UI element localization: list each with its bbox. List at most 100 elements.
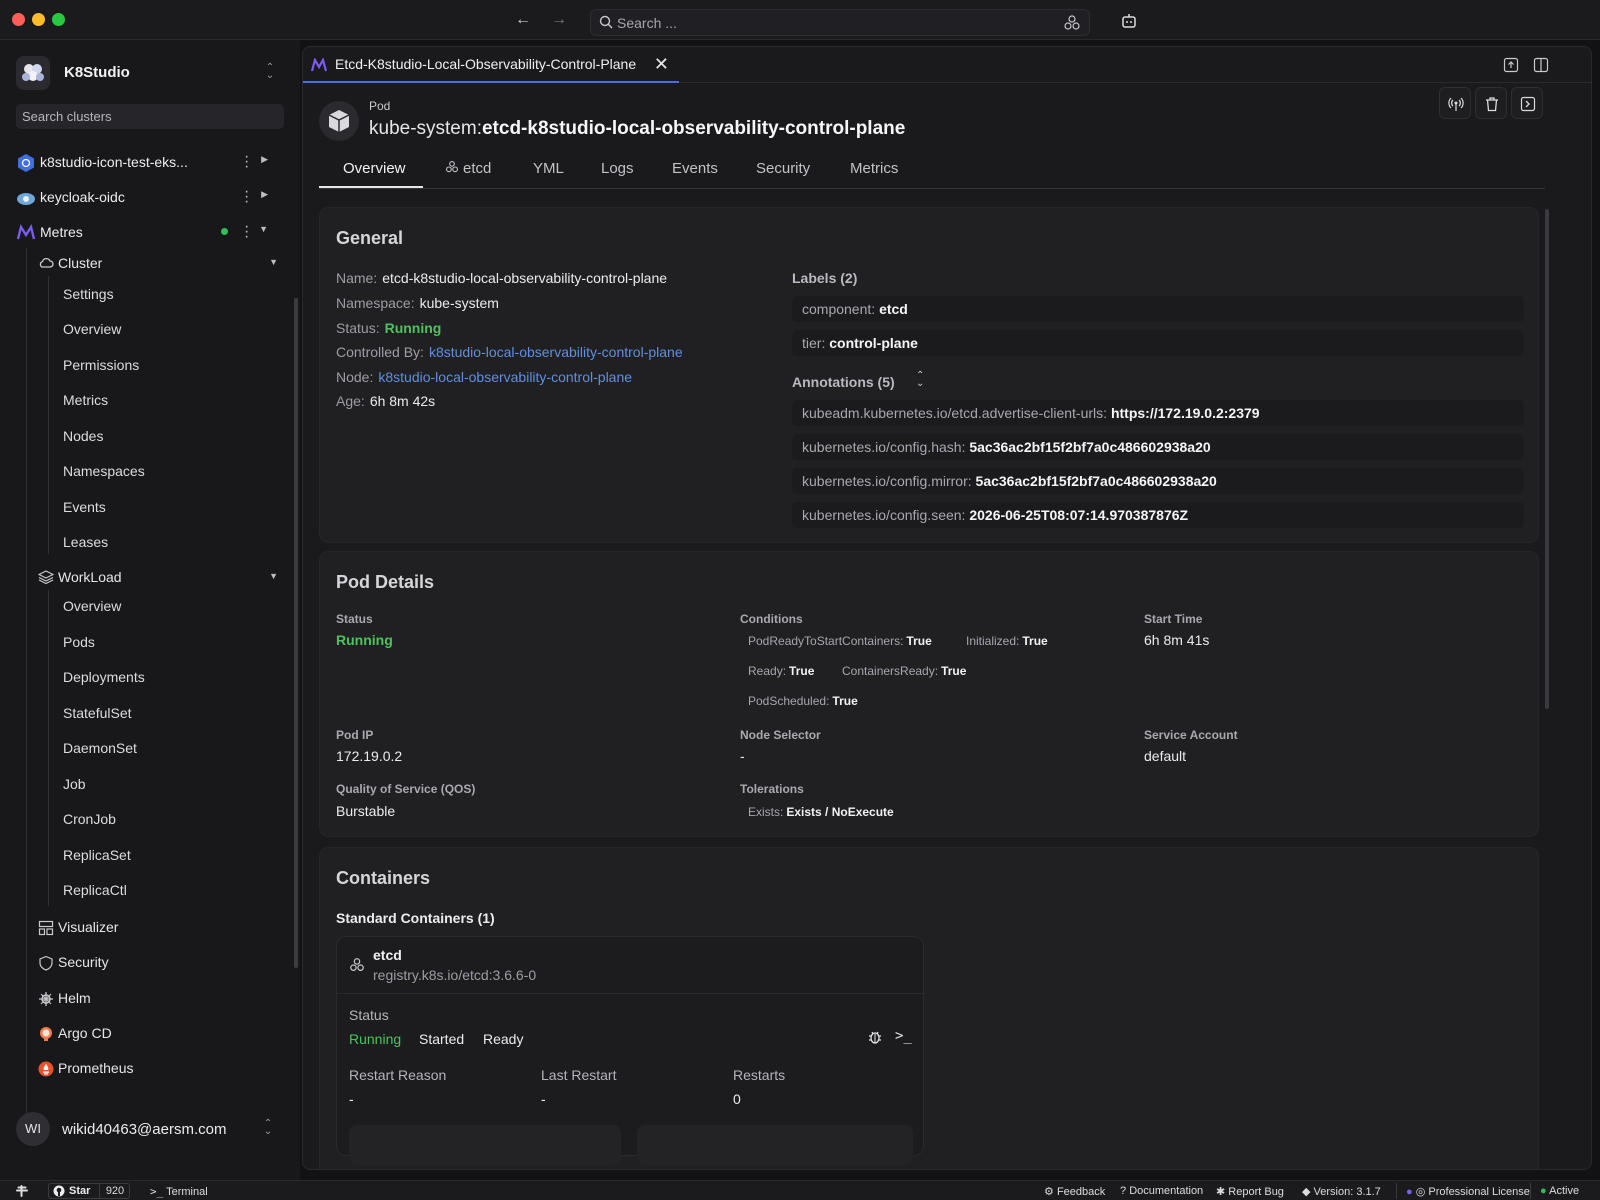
sidebar-item-replicactl[interactable]: ReplicaCtl bbox=[63, 882, 127, 898]
delete-button[interactable] bbox=[1475, 87, 1507, 119]
sidebar-item-label: Helm bbox=[58, 990, 91, 1006]
user-menu[interactable]: WI wikid40463@aersm.com ⌃ ⌄ bbox=[12, 1112, 288, 1146]
sidebar-group-workload[interactable]: WorkLoad ▼ bbox=[38, 564, 284, 590]
sidebar-item-overview[interactable]: Overview bbox=[63, 321, 121, 337]
kebab-menu-icon[interactable]: · · · bbox=[244, 184, 249, 210]
divider bbox=[337, 993, 925, 994]
split-view-icon[interactable] bbox=[1533, 57, 1549, 73]
sidebar-item-pods[interactable]: Pods bbox=[63, 634, 95, 650]
container-state-started: Started bbox=[419, 1031, 465, 1047]
k8s-cluster-icon[interactable] bbox=[1063, 14, 1081, 32]
sidebar-item-settings[interactable]: Settings bbox=[63, 286, 114, 302]
open-shell-button[interactable] bbox=[1511, 87, 1543, 119]
field-age: Age: 6h 8m 42s bbox=[336, 393, 436, 409]
tab-overview[interactable]: Overview bbox=[343, 160, 406, 177]
main-panel: Etcd-K8studio-Local-Observability-Contro… bbox=[302, 46, 1592, 1170]
sidebar-item-cronjob[interactable]: CronJob bbox=[63, 811, 116, 827]
sidebar-item-deployments[interactable]: Deployments bbox=[63, 669, 145, 685]
slack-icon[interactable] bbox=[16, 1185, 28, 1197]
tab-etcd-pod[interactable]: Etcd-K8studio-Local-Observability-Contro… bbox=[303, 47, 679, 83]
sidebar-item-argo-cd[interactable]: Argo CD bbox=[38, 1022, 284, 1046]
minimize-window-button[interactable] bbox=[32, 13, 45, 26]
global-search-input[interactable]: Search ... bbox=[590, 9, 1090, 36]
expand-caret-icon[interactable]: ▶ bbox=[261, 189, 268, 200]
controlled-by-link[interactable]: k8studio-local-observability-control-pla… bbox=[429, 344, 683, 360]
debug-bug-icon[interactable] bbox=[867, 1029, 883, 1045]
documentation-link[interactable]: ? Documentation bbox=[1120, 1185, 1203, 1197]
sidebar-item-daemonset[interactable]: DaemonSet bbox=[63, 740, 137, 756]
version-indicator[interactable]: ◆ Version: 3.1.7 bbox=[1302, 1185, 1381, 1198]
sidebar-item-permissions[interactable]: Permissions bbox=[63, 357, 139, 373]
org-switcher[interactable]: K8Studio ⌃ ⌄ bbox=[16, 56, 286, 90]
cluster-item-metres[interactable]: Metres · · · ▼ bbox=[16, 218, 284, 246]
collapse-caret-icon[interactable]: ▼ bbox=[269, 571, 278, 581]
collapse-caret-icon[interactable]: ▼ bbox=[269, 257, 278, 267]
layout-grid-icon bbox=[38, 920, 54, 936]
close-icon[interactable]: ✕ bbox=[654, 54, 669, 75]
sidebar-item-namespaces[interactable]: Namespaces bbox=[63, 463, 145, 479]
sidebar-item-replicaset[interactable]: ReplicaSet bbox=[63, 847, 131, 863]
ai-assistant-icon[interactable] bbox=[1120, 12, 1138, 30]
metres-cluster-icon bbox=[311, 58, 327, 72]
cluster-search-input[interactable]: Search clusters bbox=[16, 104, 284, 129]
sidebar-item-label: Visualizer bbox=[58, 919, 119, 935]
sidebar-item-statefulset[interactable]: StatefulSet bbox=[63, 705, 132, 721]
collapse-caret-icon[interactable]: ▼ bbox=[259, 224, 268, 234]
node-link[interactable]: k8studio-local-observability-control-pla… bbox=[378, 369, 632, 385]
feedback-button[interactable]: ⚙ Feedback bbox=[1044, 1185, 1105, 1198]
sidebar-item-security[interactable]: Security bbox=[38, 951, 284, 975]
github-star-button[interactable]: Star 920 bbox=[48, 1183, 130, 1199]
forward-arrow-icon[interactable]: → bbox=[548, 9, 570, 31]
close-window-button[interactable] bbox=[12, 13, 25, 26]
kebab-menu-icon[interactable]: · · · bbox=[244, 219, 249, 245]
cluster-search-placeholder: Search clusters bbox=[22, 109, 112, 124]
back-arrow-icon[interactable]: ← bbox=[512, 9, 534, 31]
sidebar-item-prometheus[interactable]: Prometheus bbox=[38, 1057, 284, 1081]
card-title: General bbox=[336, 228, 404, 248]
sidebar-item-leases[interactable]: Leases bbox=[63, 534, 108, 550]
sidebar-item-events[interactable]: Events bbox=[63, 499, 106, 515]
node-selector-value: - bbox=[740, 748, 745, 764]
zoom-window-button[interactable] bbox=[52, 13, 65, 26]
tab-yml[interactable]: YML bbox=[533, 160, 564, 177]
expand-toggle-icon[interactable]: ⌃ ⌄ bbox=[916, 371, 924, 389]
report-bug-button[interactable]: ✱ Report Bug bbox=[1216, 1185, 1284, 1198]
sidebar-item-nodes[interactable]: Nodes bbox=[63, 428, 103, 444]
field-namespace: Namespace: kube-system bbox=[336, 295, 499, 311]
sidebar-scrollbar[interactable] bbox=[294, 298, 298, 968]
cluster-name: Metres bbox=[40, 224, 83, 240]
eks-cluster-icon bbox=[18, 154, 34, 172]
kebab-menu-icon[interactable]: · · · bbox=[244, 149, 249, 175]
terminal-button[interactable]: >_ Terminal bbox=[150, 1185, 208, 1198]
expand-caret-icon[interactable]: ▶ bbox=[261, 154, 268, 165]
tab-security[interactable]: Security bbox=[756, 160, 810, 177]
sidebar-item-workload-overview[interactable]: Overview bbox=[63, 598, 121, 614]
restarts-value: 0 bbox=[733, 1091, 741, 1107]
window-titlebar: ← → Search ... bbox=[0, 0, 1600, 40]
condition-item: PodScheduled: True bbox=[748, 694, 858, 708]
port-forward-button[interactable] bbox=[1439, 87, 1471, 119]
cluster-item-keycloak-oidc[interactable]: keycloak-oidc · · · ▶ bbox=[16, 183, 284, 211]
start-time-label: Start Time bbox=[1144, 612, 1203, 626]
sidebar-item-job[interactable]: Job bbox=[63, 776, 86, 792]
pod-cube-icon bbox=[319, 101, 359, 141]
sidebar-group-cluster[interactable]: Cluster ▼ bbox=[38, 250, 284, 276]
terminal-icon bbox=[1520, 96, 1536, 112]
tab-logs[interactable]: Logs bbox=[601, 160, 634, 177]
broadcast-icon bbox=[1448, 97, 1464, 111]
tab-events[interactable]: Events bbox=[672, 160, 718, 177]
license-badge[interactable]: ● ◎ Professional License bbox=[1406, 1185, 1530, 1198]
sidebar-item-visualizer[interactable]: Visualizer bbox=[38, 916, 284, 940]
tab-metrics[interactable]: Metrics bbox=[850, 160, 898, 177]
export-icon[interactable] bbox=[1503, 57, 1519, 73]
sidebar-item-helm[interactable]: Helm bbox=[38, 987, 284, 1011]
argo-cd-icon bbox=[40, 1027, 52, 1041]
cluster-item-k8studio-icon-test[interactable]: k8studio-icon-test-eks... · · · ▶ bbox=[16, 148, 284, 176]
sidebar: K8Studio ⌃ ⌄ Search clusters k8studio-ico… bbox=[0, 40, 300, 1180]
sidebar-item-metrics[interactable]: Metrics bbox=[63, 392, 108, 408]
container-card-etcd: etcd registry.k8s.io/etcd:3.6.6-0 Status… bbox=[336, 936, 925, 1165]
content-scrollbar[interactable] bbox=[1545, 209, 1549, 709]
shell-terminal-icon[interactable]: >_ bbox=[895, 1028, 912, 1044]
annotation-chip: kubeadm.kubernetes.io/etcd.advertise-cli… bbox=[792, 400, 1524, 426]
tab-etcd-container[interactable]: etcd bbox=[445, 160, 491, 177]
